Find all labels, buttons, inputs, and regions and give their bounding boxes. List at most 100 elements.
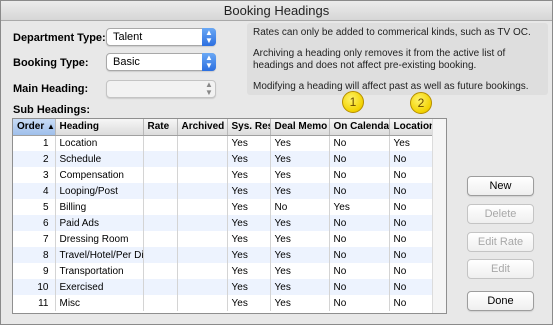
edit-rate-button[interactable]: Edit Rate [467, 232, 534, 252]
table-row[interactable]: 7 Dressing Room Yes Yes No No [13, 231, 434, 247]
cell-deal-memo: No [270, 199, 330, 215]
cell-order: 7 [13, 231, 56, 247]
cell-deal-memo: Yes [270, 247, 330, 263]
cell-deal-memo: Yes [270, 183, 330, 199]
cell-on-calendar: No [329, 279, 390, 295]
cell-on-calendar: No [329, 215, 390, 231]
cell-order: 10 [13, 279, 56, 295]
info-rates-note: Rates can only be added to commerical ki… [253, 27, 531, 38]
cell-location: No [389, 183, 434, 199]
cell-archived [177, 215, 228, 231]
cell-location: Yes [389, 135, 434, 151]
edit-button[interactable]: Edit [467, 259, 534, 279]
cell-deal-memo: Yes [270, 279, 330, 295]
cell-order: 9 [13, 263, 56, 279]
cell-rate [143, 135, 178, 151]
cell-archived [177, 199, 228, 215]
sub-headings-table: Order ▲ Heading Rate Archived Sys. Res. … [12, 118, 447, 314]
cell-on-calendar: No [329, 295, 390, 311]
cell-location: No [389, 231, 434, 247]
cell-order: 11 [13, 295, 56, 311]
new-button[interactable]: New [467, 176, 534, 196]
table-row[interactable]: 6 Paid Ads Yes Yes No No [13, 215, 434, 231]
column-header-deal-memo[interactable]: Deal Memo [270, 119, 330, 136]
table-row[interactable]: 8 Travel/Hotel/Per Die Yes Yes No No [13, 247, 434, 263]
booking-type-select[interactable]: Basic ▲ ▼ [106, 53, 216, 71]
cell-sys-res: Yes [227, 231, 271, 247]
table-row[interactable]: 5 Billing Yes No Yes No [13, 199, 434, 215]
cell-sys-res: Yes [227, 263, 271, 279]
cell-deal-memo: Yes [270, 135, 330, 151]
table-row[interactable]: 1 Location Yes Yes No Yes [13, 135, 434, 151]
done-button[interactable]: Done [467, 291, 534, 311]
cell-rate [143, 199, 178, 215]
cell-heading: Transportation [55, 263, 144, 279]
column-header-rate[interactable]: Rate [143, 119, 178, 136]
main-heading-select[interactable]: ▲ ▼ [106, 80, 216, 98]
cell-location: No [389, 247, 434, 263]
table-scrollbar[interactable] [432, 119, 446, 313]
cell-heading: Billing [55, 199, 144, 215]
column-header-on-calendar[interactable]: On Calendar [329, 119, 390, 136]
cell-location: No [389, 167, 434, 183]
table-row[interactable]: 4 Looping/Post Yes Yes No No [13, 183, 434, 199]
cell-sys-res: Yes [227, 279, 271, 295]
department-type-select[interactable]: Talent ▲ ▼ [106, 28, 216, 46]
column-header-archived[interactable]: Archived [177, 119, 228, 136]
cell-archived [177, 231, 228, 247]
table-row[interactable]: 2 Schedule Yes Yes No No [13, 151, 434, 167]
cell-sys-res: Yes [227, 199, 271, 215]
cell-order: 6 [13, 215, 56, 231]
info-archiving-note: Archiving a heading only removes it from… [253, 48, 506, 71]
cell-archived [177, 279, 228, 295]
cell-on-calendar: No [329, 135, 390, 151]
table-row[interactable]: 3 Compensation Yes Yes No No [13, 167, 434, 183]
cell-sys-res: Yes [227, 183, 271, 199]
cell-heading: Looping/Post [55, 183, 144, 199]
cell-deal-memo: Yes [270, 167, 330, 183]
cell-rate [143, 295, 178, 311]
cell-archived [177, 247, 228, 263]
cell-deal-memo: Yes [270, 231, 330, 247]
select-arrows-icon: ▲ ▼ [205, 80, 213, 97]
info-modifying-note: Modifying a heading will affect past as … [253, 81, 529, 92]
cell-deal-memo: Yes [270, 295, 330, 311]
cell-sys-res: Yes [227, 135, 271, 151]
cell-rate [143, 167, 178, 183]
cell-sys-res: Yes [227, 151, 271, 167]
cell-on-calendar: No [329, 263, 390, 279]
main-heading-label: Main Heading: [13, 83, 89, 95]
cell-on-calendar: No [329, 151, 390, 167]
table-row[interactable]: 11 Misc Yes Yes No No [13, 295, 434, 311]
column-header-sys-res[interactable]: Sys. Res. [227, 119, 271, 136]
column-header-heading[interactable]: Heading [55, 119, 144, 136]
sub-headings-label: Sub Headings: [13, 104, 91, 116]
table-row[interactable]: 9 Transportation Yes Yes No No [13, 263, 434, 279]
cell-order: 1 [13, 135, 56, 151]
cell-location: No [389, 151, 434, 167]
cell-rate [143, 279, 178, 295]
cell-order: 3 [13, 167, 56, 183]
delete-button[interactable]: Delete [467, 204, 534, 224]
cell-order: 5 [13, 199, 56, 215]
cell-sys-res: Yes [227, 167, 271, 183]
booking-type-label: Booking Type: [13, 57, 89, 69]
cell-rate [143, 183, 178, 199]
cell-location: No [389, 215, 434, 231]
table-row[interactable]: 10 Exercised Yes Yes No No [13, 279, 434, 295]
cell-archived [177, 295, 228, 311]
cell-archived [177, 135, 228, 151]
cell-archived [177, 183, 228, 199]
cell-rate [143, 151, 178, 167]
column-header-order[interactable]: Order ▲ [13, 119, 56, 136]
cell-sys-res: Yes [227, 247, 271, 263]
cell-on-calendar: No [329, 231, 390, 247]
window-title: Booking Headings [1, 1, 552, 21]
cell-on-calendar: No [329, 167, 390, 183]
column-header-location[interactable]: Location [389, 119, 434, 136]
table-header-row: Order ▲ Heading Rate Archived Sys. Res. … [13, 119, 434, 136]
cell-order: 4 [13, 183, 56, 199]
select-arrows-icon: ▲ ▼ [202, 53, 216, 71]
callout-badge-1: 1 [342, 91, 364, 113]
cell-order: 2 [13, 151, 56, 167]
